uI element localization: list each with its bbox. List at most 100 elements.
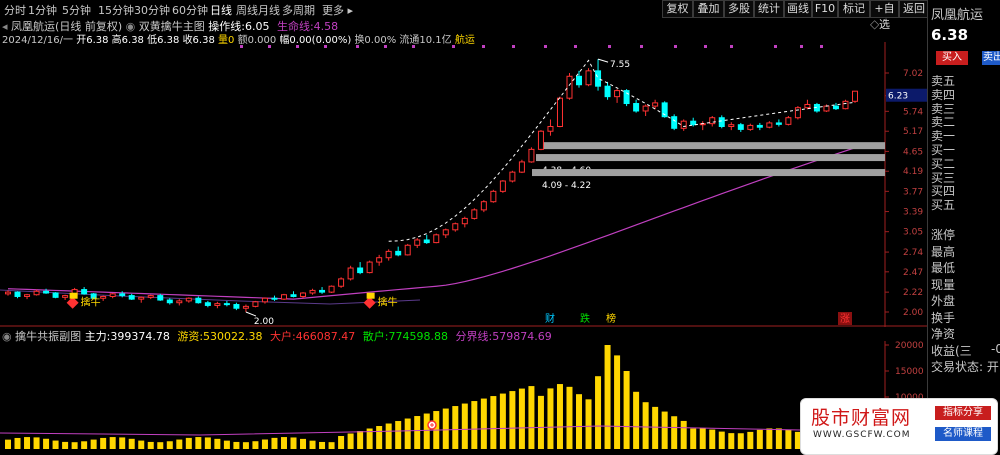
period-tab-8[interactable]: 月线 [258,2,280,18]
support-zone-label-3: 4.09 - 4.22 [542,181,591,191]
sub-bar-27 [261,439,268,449]
period-tab-1[interactable]: 1分钟 [28,2,57,18]
sub-bar-48 [461,403,468,449]
candle-body-2 [24,294,31,297]
candle-body-41 [395,250,402,256]
quote-stat-0: 涨停 [931,228,956,242]
candle-body-78 [747,124,754,130]
candle-body-21 [204,302,211,306]
top-marker-10 [544,45,547,48]
event-marker-cai: 财 [545,312,555,325]
toolbar-button-1[interactable]: 叠加 [693,0,724,18]
sub-bar-14 [138,440,145,449]
period-tab-6[interactable]: 日线 [210,2,232,18]
candle-body-15 [147,295,154,298]
toolbar-button-0[interactable]: 复权 [662,0,693,18]
price-label-2: 5.74 [903,107,923,117]
period-tab-5[interactable]: 60分钟 [172,2,208,18]
sub-bar-77 [737,433,744,449]
sub-bar-21 [204,437,211,449]
top-marker-18 [800,45,803,48]
support-zone-2 [536,154,885,162]
event-marker-zhang: 涨 [840,313,850,325]
sub-bar-63 [604,345,611,449]
buy-button[interactable]: 买入 [936,51,968,65]
sub-bar-34 [328,442,335,449]
sub-bar-69 [661,411,668,449]
sub-bar-55 [528,386,535,449]
sub-bar-56 [537,395,544,449]
price-label-5: 4.19 [903,167,923,177]
toolbar-button-6[interactable]: 标记 [838,0,870,18]
sell-button[interactable]: 卖出 [982,51,1000,65]
candle-body-66 [633,103,640,112]
toolbar-button-4[interactable]: 画线 [784,0,812,18]
current-price-text: 6.23 [888,92,908,102]
candle-body-45 [433,234,440,244]
price-label-11: 2.22 [903,288,923,298]
candle-body-12 [119,293,126,297]
period-bar: 分时 1分钟 5分钟 15分钟 30分钟 60分钟 日线 周线 月线 多周期 更多 ▸ 复权 叠加 多股统… [0,0,1000,31]
panel-settings-icon[interactable]: ◇ [870,17,879,31]
candle-body-11 [109,293,116,297]
period-tab-10[interactable]: 更多 ▸ [322,2,353,18]
quote-stat-5: 换手 [931,310,956,325]
period-tab-0[interactable]: 分时 [4,2,26,18]
sub-bar-49 [471,401,478,449]
sub-bar-79 [756,429,763,449]
candle-body-30 [290,294,297,297]
candle-body-23 [223,303,230,306]
watermark-title: 股市财富网 [811,407,912,429]
sub-bar-75 [718,431,725,449]
top-marker-8 [482,45,485,48]
watermark-tag-share: 指标分享 [935,406,991,420]
sub-bar-17 [166,441,173,449]
toolbar-button-3[interactable]: 统计 [754,0,784,18]
qinniu-label-1: 擒牛 [81,296,101,309]
candle-body-81 [775,122,782,125]
sub-bar-25 [242,442,249,449]
period-tab-3[interactable]: 15分钟 [98,2,134,18]
toolbar-button-7[interactable]: +自选 [870,0,899,31]
sub-bar-58 [556,384,563,449]
period-tab-2[interactable]: 5分钟 [62,2,91,18]
candle-body-56 [537,130,544,150]
candle-body-72 [690,120,697,126]
candle-body-1 [14,291,21,297]
sub-bar-54 [518,388,525,449]
top-marker-9 [512,45,515,48]
support-zone-3 [532,169,885,177]
sub-bar-35 [338,436,345,449]
toolbar-button-2[interactable]: 多股 [724,0,754,18]
price-label-8: 3.05 [903,228,923,238]
candle-body-75 [718,117,725,127]
sub-bar-5 [52,440,59,449]
candle-body-60 [576,75,583,86]
sub-bar-51 [490,396,497,449]
top-marker-19 [820,45,823,48]
sub-indicator-chart[interactable]: 200001500010000 [0,341,927,455]
candle-body-6 [62,295,69,298]
candlestick-chart[interactable]: 7.02 6.23 5.74 5.17 4.65 4.19 3.77 3.39 3.05 2.74… [0,42,927,327]
sub-bar-22 [214,438,221,449]
candle-body-71 [680,120,687,129]
candle-body-64 [614,90,621,98]
candle-body-55 [528,148,535,163]
sub-bar-4 [43,438,50,449]
candle-body-31 [300,292,307,297]
sub-bar-31 [300,438,307,449]
top-marker-0 [240,45,243,48]
quote-stat-7: 收益(三 [931,343,972,358]
qinniu-mark-1 [69,292,78,299]
quote-stat-6: 净资 [931,327,956,341]
period-tab-9[interactable]: 多周期 [282,2,315,18]
period-tab-4[interactable]: 30分钟 [134,2,170,18]
period-tab-7[interactable]: 周线 [236,2,258,18]
toolbar-button-8[interactable]: 返回 [899,0,929,18]
toolbar-button-5[interactable]: F10 [812,0,838,18]
sub-bar-39 [376,426,383,449]
quote-stat-8: 交易状态: 开 [931,360,999,374]
watermark-logo: 股市财富网 WWW.GSCFW.COM 指标分享 名师课程 [800,398,998,455]
candle-body-51 [490,190,497,203]
sub-bar-19 [185,437,192,449]
